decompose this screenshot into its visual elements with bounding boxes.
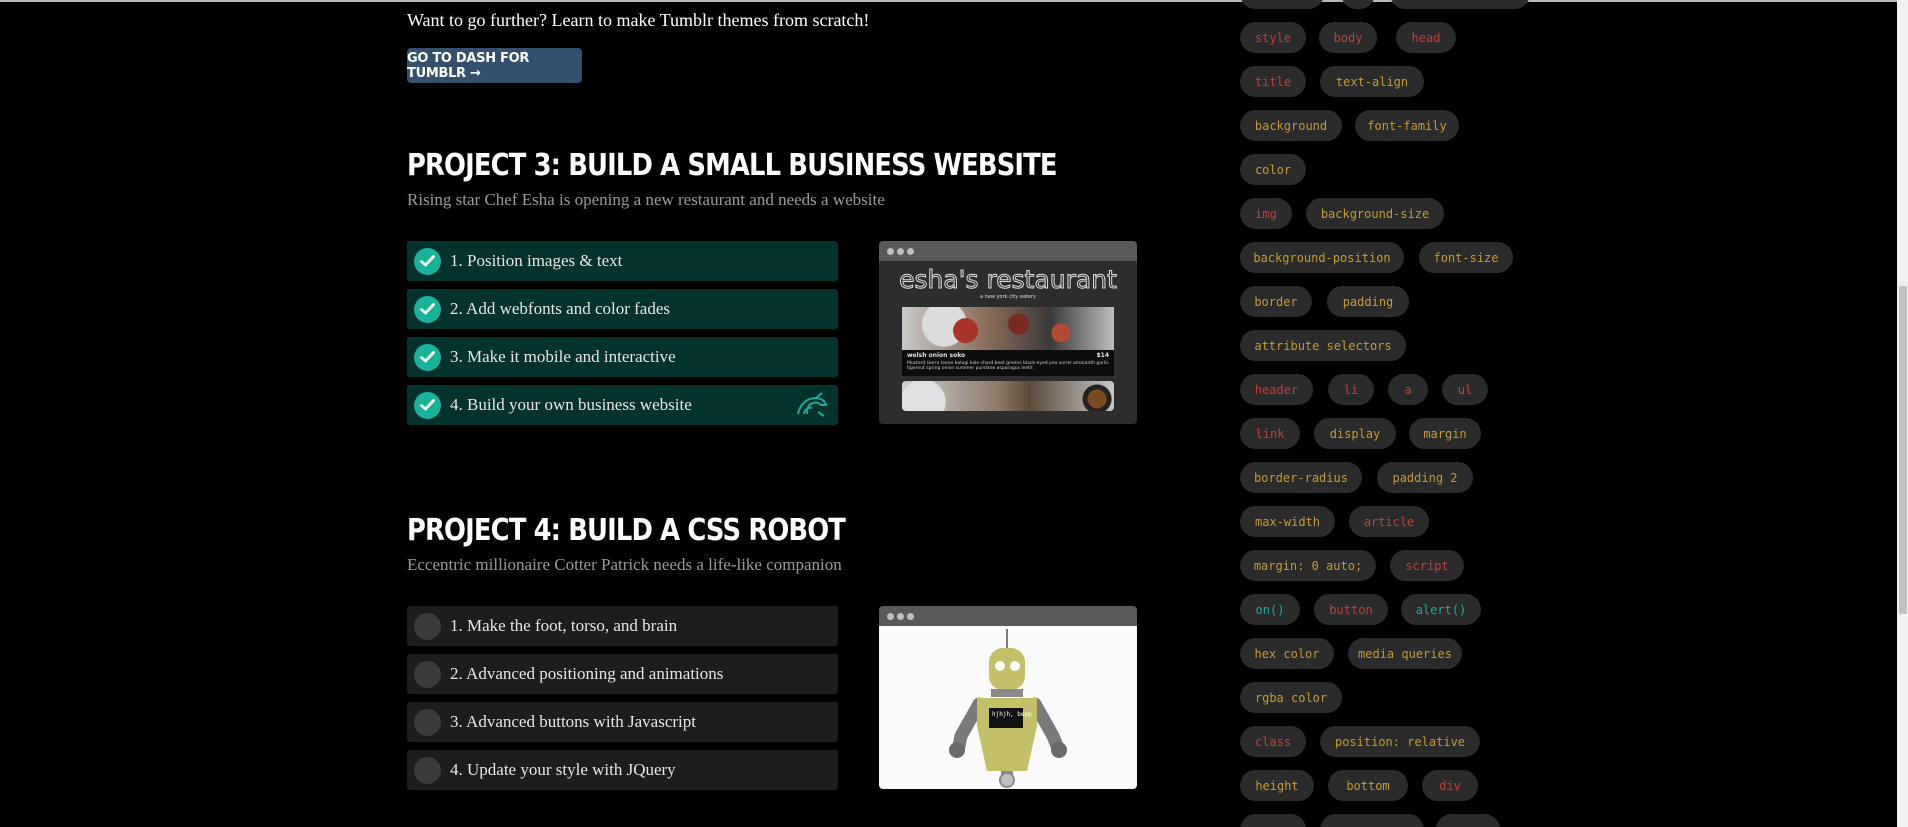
empty-circle-icon — [414, 708, 441, 736]
tag-border-radius[interactable]: border-radius — [1240, 462, 1362, 493]
empty-circle-icon — [414, 660, 441, 688]
tag-text-align[interactable]: text-align — [1320, 66, 1424, 97]
tag-margin-auto[interactable]: margin: 0 auto; — [1240, 550, 1376, 581]
tag-li[interactable]: li — [1328, 374, 1374, 405]
top-border — [0, 0, 1908, 2]
page: Want to go further? Learn to make Tumblr… — [0, 0, 1908, 827]
lesson-item[interactable]: 1. Position images & text — [407, 241, 838, 281]
tag-color[interactable]: color — [1240, 154, 1306, 185]
food-photo — [902, 307, 1114, 350]
tag-font-size[interactable]: font-size — [1419, 242, 1513, 273]
tag-position-relative[interactable]: position: relative — [1320, 726, 1480, 757]
restaurant-tagline: a new york city eatery — [980, 294, 1036, 300]
tag-img[interactable]: img — [1240, 198, 1292, 229]
check-icon — [414, 391, 441, 419]
tag-alert[interactable]: alert() — [1401, 594, 1481, 625]
check-icon — [414, 343, 441, 371]
robot-preview-body: hjhjh, bepp — [879, 626, 1137, 789]
lesson-item[interactable]: 4. Build your own business website — [407, 385, 838, 425]
unicorn-icon — [794, 392, 828, 422]
tag-padding-2[interactable]: padding 2 — [1377, 462, 1473, 493]
tag-padding[interactable]: padding — [1327, 286, 1409, 317]
project-3-lesson-list: 1. Position images & text 2. Add webfont… — [407, 241, 838, 433]
tag-partial — [1390, 0, 1530, 9]
lesson-label: 1. Make the foot, torso, and brain — [450, 616, 678, 635]
dish-name: welsh onion soko — [907, 352, 966, 359]
project-4-title: PROJECT 4: BUILD A CSS ROBOT — [407, 513, 846, 548]
tag-style[interactable]: style — [1240, 22, 1306, 53]
robot-illustration: hjhjh, bepp — [949, 629, 1067, 788]
lesson-item[interactable]: 2. Add webfonts and color fades — [407, 289, 838, 329]
lesson-label: 2. Add webfonts and color fades — [450, 299, 671, 318]
tag-bottom[interactable]: bottom — [1328, 770, 1408, 801]
project-4-lesson-list: 1. Make the foot, torso, and brain 2. Ad… — [407, 606, 838, 798]
tag-header[interactable]: header — [1240, 374, 1313, 405]
tag-a[interactable]: a — [1388, 374, 1428, 405]
tag-partial — [1240, 0, 1324, 9]
lesson-item[interactable]: 3. Advanced buttons with Javascript — [407, 702, 838, 742]
lesson-item[interactable]: 2. Advanced positioning and animations — [407, 654, 838, 694]
tag-background[interactable]: background — [1240, 110, 1342, 141]
tag-ul[interactable]: ul — [1442, 374, 1488, 405]
project-3-subtitle: Rising star Chef Esha is opening a new r… — [407, 190, 885, 209]
window-bar — [879, 241, 1137, 261]
dish-caption: welsh onion soko $14 Mustard sierra leon… — [902, 350, 1114, 376]
tag-title[interactable]: title — [1240, 66, 1306, 97]
tag-div[interactable]: div — [1422, 770, 1478, 801]
dish-price: $14 — [1096, 352, 1109, 359]
restaurant-title: esha's restaurant — [899, 265, 1118, 295]
lesson-item[interactable]: 3. Make it mobile and interactive — [407, 337, 838, 377]
tag-link[interactable]: link — [1240, 418, 1300, 449]
scrollbar-thumb[interactable] — [1899, 286, 1907, 614]
food-photo-2 — [902, 381, 1114, 411]
tag-media-queries[interactable]: media queries — [1348, 638, 1462, 669]
tag-max-width[interactable]: max-width — [1240, 506, 1335, 537]
tag-hex-color[interactable]: hex color — [1240, 638, 1334, 669]
tag-rgba-color[interactable]: rgba color — [1240, 682, 1342, 713]
tag-script[interactable]: script — [1390, 550, 1464, 581]
tag-height[interactable]: height — [1240, 770, 1314, 801]
lesson-label: 1. Position images & text — [450, 251, 623, 270]
tag-display[interactable]: display — [1314, 418, 1396, 449]
robot-screen-text: hjhjh, bepp — [992, 711, 1032, 718]
tag-partial — [1240, 814, 1306, 827]
tag-article[interactable]: article — [1349, 506, 1429, 537]
tag-button[interactable]: button — [1314, 594, 1388, 625]
tag-border[interactable]: border — [1240, 286, 1312, 317]
restaurant-preview: esha's restaurant a new york city eatery… — [879, 241, 1137, 424]
lesson-item[interactable]: 4. Update your style with JQuery — [407, 750, 838, 790]
dish-description: Mustard sierra leone bologi kale chard b… — [907, 361, 1109, 371]
check-icon — [414, 295, 441, 323]
empty-circle-icon — [414, 612, 441, 640]
tag-font-family[interactable]: font-family — [1355, 110, 1459, 141]
tag-margin[interactable]: margin — [1409, 418, 1481, 449]
check-icon — [414, 247, 441, 275]
lesson-label: 3. Advanced buttons with Javascript — [450, 712, 696, 731]
project-4-subtitle: Eccentric millionaire Cotter Patrick nee… — [407, 555, 842, 574]
intro-text: Want to go further? Learn to make Tumblr… — [407, 10, 870, 30]
tag-partial — [1436, 814, 1500, 827]
tag-background-position[interactable]: background-position — [1240, 242, 1404, 273]
lesson-item[interactable]: 1. Make the foot, torso, and brain — [407, 606, 838, 646]
tag-partial — [1341, 0, 1375, 9]
window-bar — [879, 606, 1137, 626]
tag-partial — [1320, 814, 1424, 827]
project-3-title: PROJECT 3: BUILD A SMALL BUSINESS WEBSIT… — [407, 148, 1058, 183]
tag-attribute-selectors[interactable]: attribute selectors — [1240, 330, 1406, 361]
tag-body[interactable]: body — [1319, 22, 1377, 53]
go-to-dash-button[interactable]: GO TO DASH FOR TUMBLR → — [407, 48, 582, 83]
tag-head[interactable]: head — [1396, 22, 1456, 53]
robot-preview: hjhjh, bepp — [879, 606, 1137, 789]
tag-on[interactable]: on() — [1240, 594, 1300, 625]
tag-class[interactable]: class — [1240, 726, 1306, 757]
lesson-label: 4. Update your style with JQuery — [450, 760, 676, 779]
empty-circle-icon — [414, 756, 441, 784]
restaurant-preview-body: esha's restaurant a new york city eatery… — [879, 261, 1137, 424]
lesson-label: 4. Build your own business website — [450, 395, 692, 414]
lesson-label: 3. Make it mobile and interactive — [450, 347, 676, 366]
tag-background-size[interactable]: background-size — [1306, 198, 1444, 229]
lesson-label: 2. Advanced positioning and animations — [450, 664, 724, 683]
